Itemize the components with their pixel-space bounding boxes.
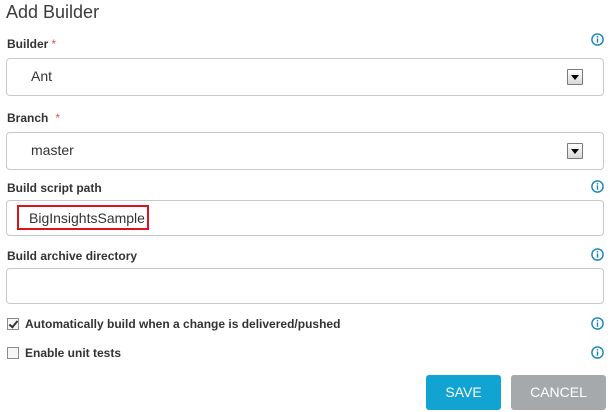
builder-select-value: Ant (31, 68, 53, 84)
branch-label: Branch * (7, 111, 60, 125)
chevron-down-icon[interactable] (567, 143, 583, 159)
chevron-down-icon[interactable] (567, 69, 583, 85)
dialog-title: Add Builder (6, 2, 100, 22)
required-marker: * (51, 37, 57, 51)
build-archive-directory-label: Build archive directory (7, 249, 138, 263)
build-archive-directory-input[interactable] (7, 269, 603, 303)
builder-select[interactable]: Ant (6, 58, 604, 96)
build-script-path-field[interactable] (6, 200, 604, 236)
builder-label-text: Builder (7, 37, 49, 51)
build-archive-directory-field[interactable] (6, 268, 604, 304)
unit-tests-label: Enable unit tests (25, 346, 122, 360)
build-script-path-label: Build script path (7, 181, 102, 195)
cancel-button[interactable]: CANCEL (511, 375, 606, 410)
build-script-path-input[interactable] (7, 201, 603, 235)
info-icon[interactable] (591, 317, 604, 330)
branch-select[interactable]: master (6, 132, 604, 170)
unit-tests-checkbox[interactable] (7, 347, 19, 359)
info-icon[interactable] (591, 248, 604, 261)
save-button[interactable]: SAVE (426, 375, 501, 410)
info-icon[interactable] (591, 346, 604, 359)
builder-label: Builder * (7, 37, 56, 51)
branch-select-value: master (31, 142, 74, 158)
info-icon[interactable] (591, 33, 604, 46)
branch-label-text: Branch (7, 111, 49, 125)
info-icon[interactable] (591, 180, 604, 193)
auto-build-label: Automatically build when a change is del… (25, 317, 341, 331)
auto-build-checkbox[interactable] (7, 318, 19, 330)
required-marker: * (55, 111, 61, 125)
